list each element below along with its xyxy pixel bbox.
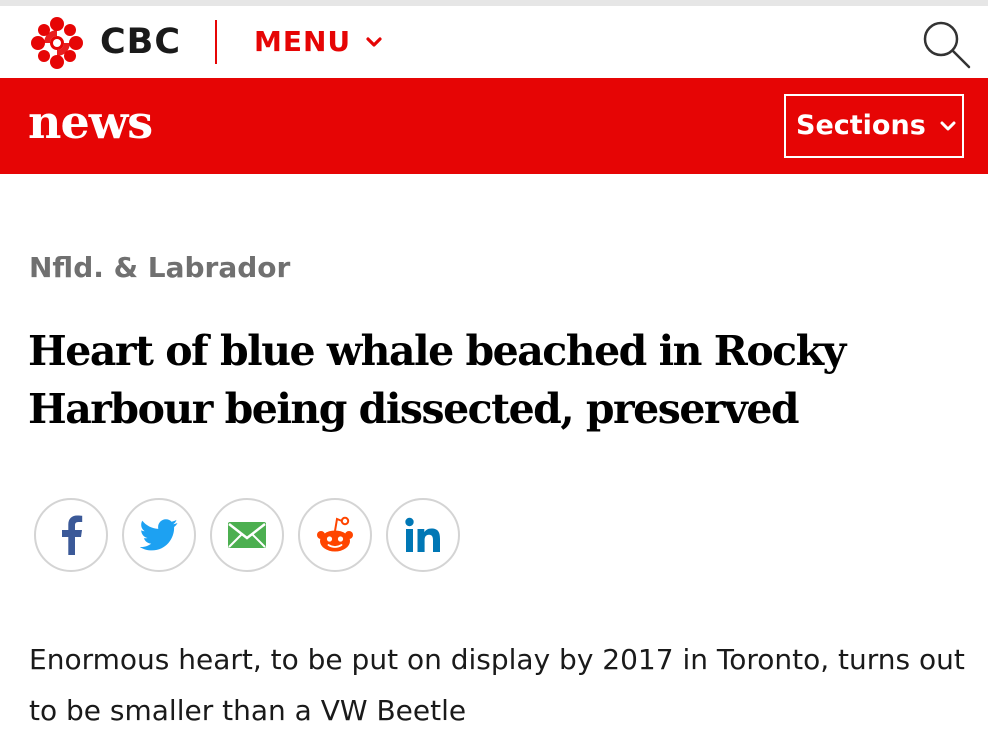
- reddit-icon: [317, 516, 353, 552]
- news-bar: news Sections: [0, 78, 988, 174]
- section-tag[interactable]: Nfld. & Labrador: [29, 250, 290, 286]
- menu-label: MENU: [254, 25, 352, 58]
- share-row: [34, 498, 474, 572]
- cbc-wordmark[interactable]: CBC: [100, 22, 181, 62]
- chevron-down-icon: [366, 37, 382, 47]
- sections-label: Sections: [796, 110, 926, 141]
- cbc-header: CBC MENU: [0, 6, 988, 78]
- article-headline: Heart of blue whale beached in Rocky Har…: [28, 327, 846, 433]
- cbc-gem-logo[interactable]: [30, 16, 84, 70]
- share-linkedin-button[interactable]: [386, 498, 460, 572]
- article-deck: Enormous heart, to be put on display by …: [29, 643, 965, 727]
- share-twitter-button[interactable]: [122, 498, 196, 572]
- chevron-down-icon: [940, 121, 956, 131]
- twitter-icon: [140, 519, 178, 551]
- search-icon[interactable]: [920, 18, 972, 70]
- news-title[interactable]: news: [28, 94, 153, 150]
- header-divider: [215, 20, 217, 64]
- share-reddit-button[interactable]: [298, 498, 372, 572]
- sections-button[interactable]: Sections: [784, 94, 964, 158]
- share-email-button[interactable]: [210, 498, 284, 572]
- menu-button[interactable]: MENU: [254, 24, 383, 60]
- share-facebook-button[interactable]: [34, 498, 108, 572]
- email-icon: [228, 522, 266, 548]
- facebook-icon: [62, 515, 83, 555]
- linkedin-icon: [405, 517, 440, 552]
